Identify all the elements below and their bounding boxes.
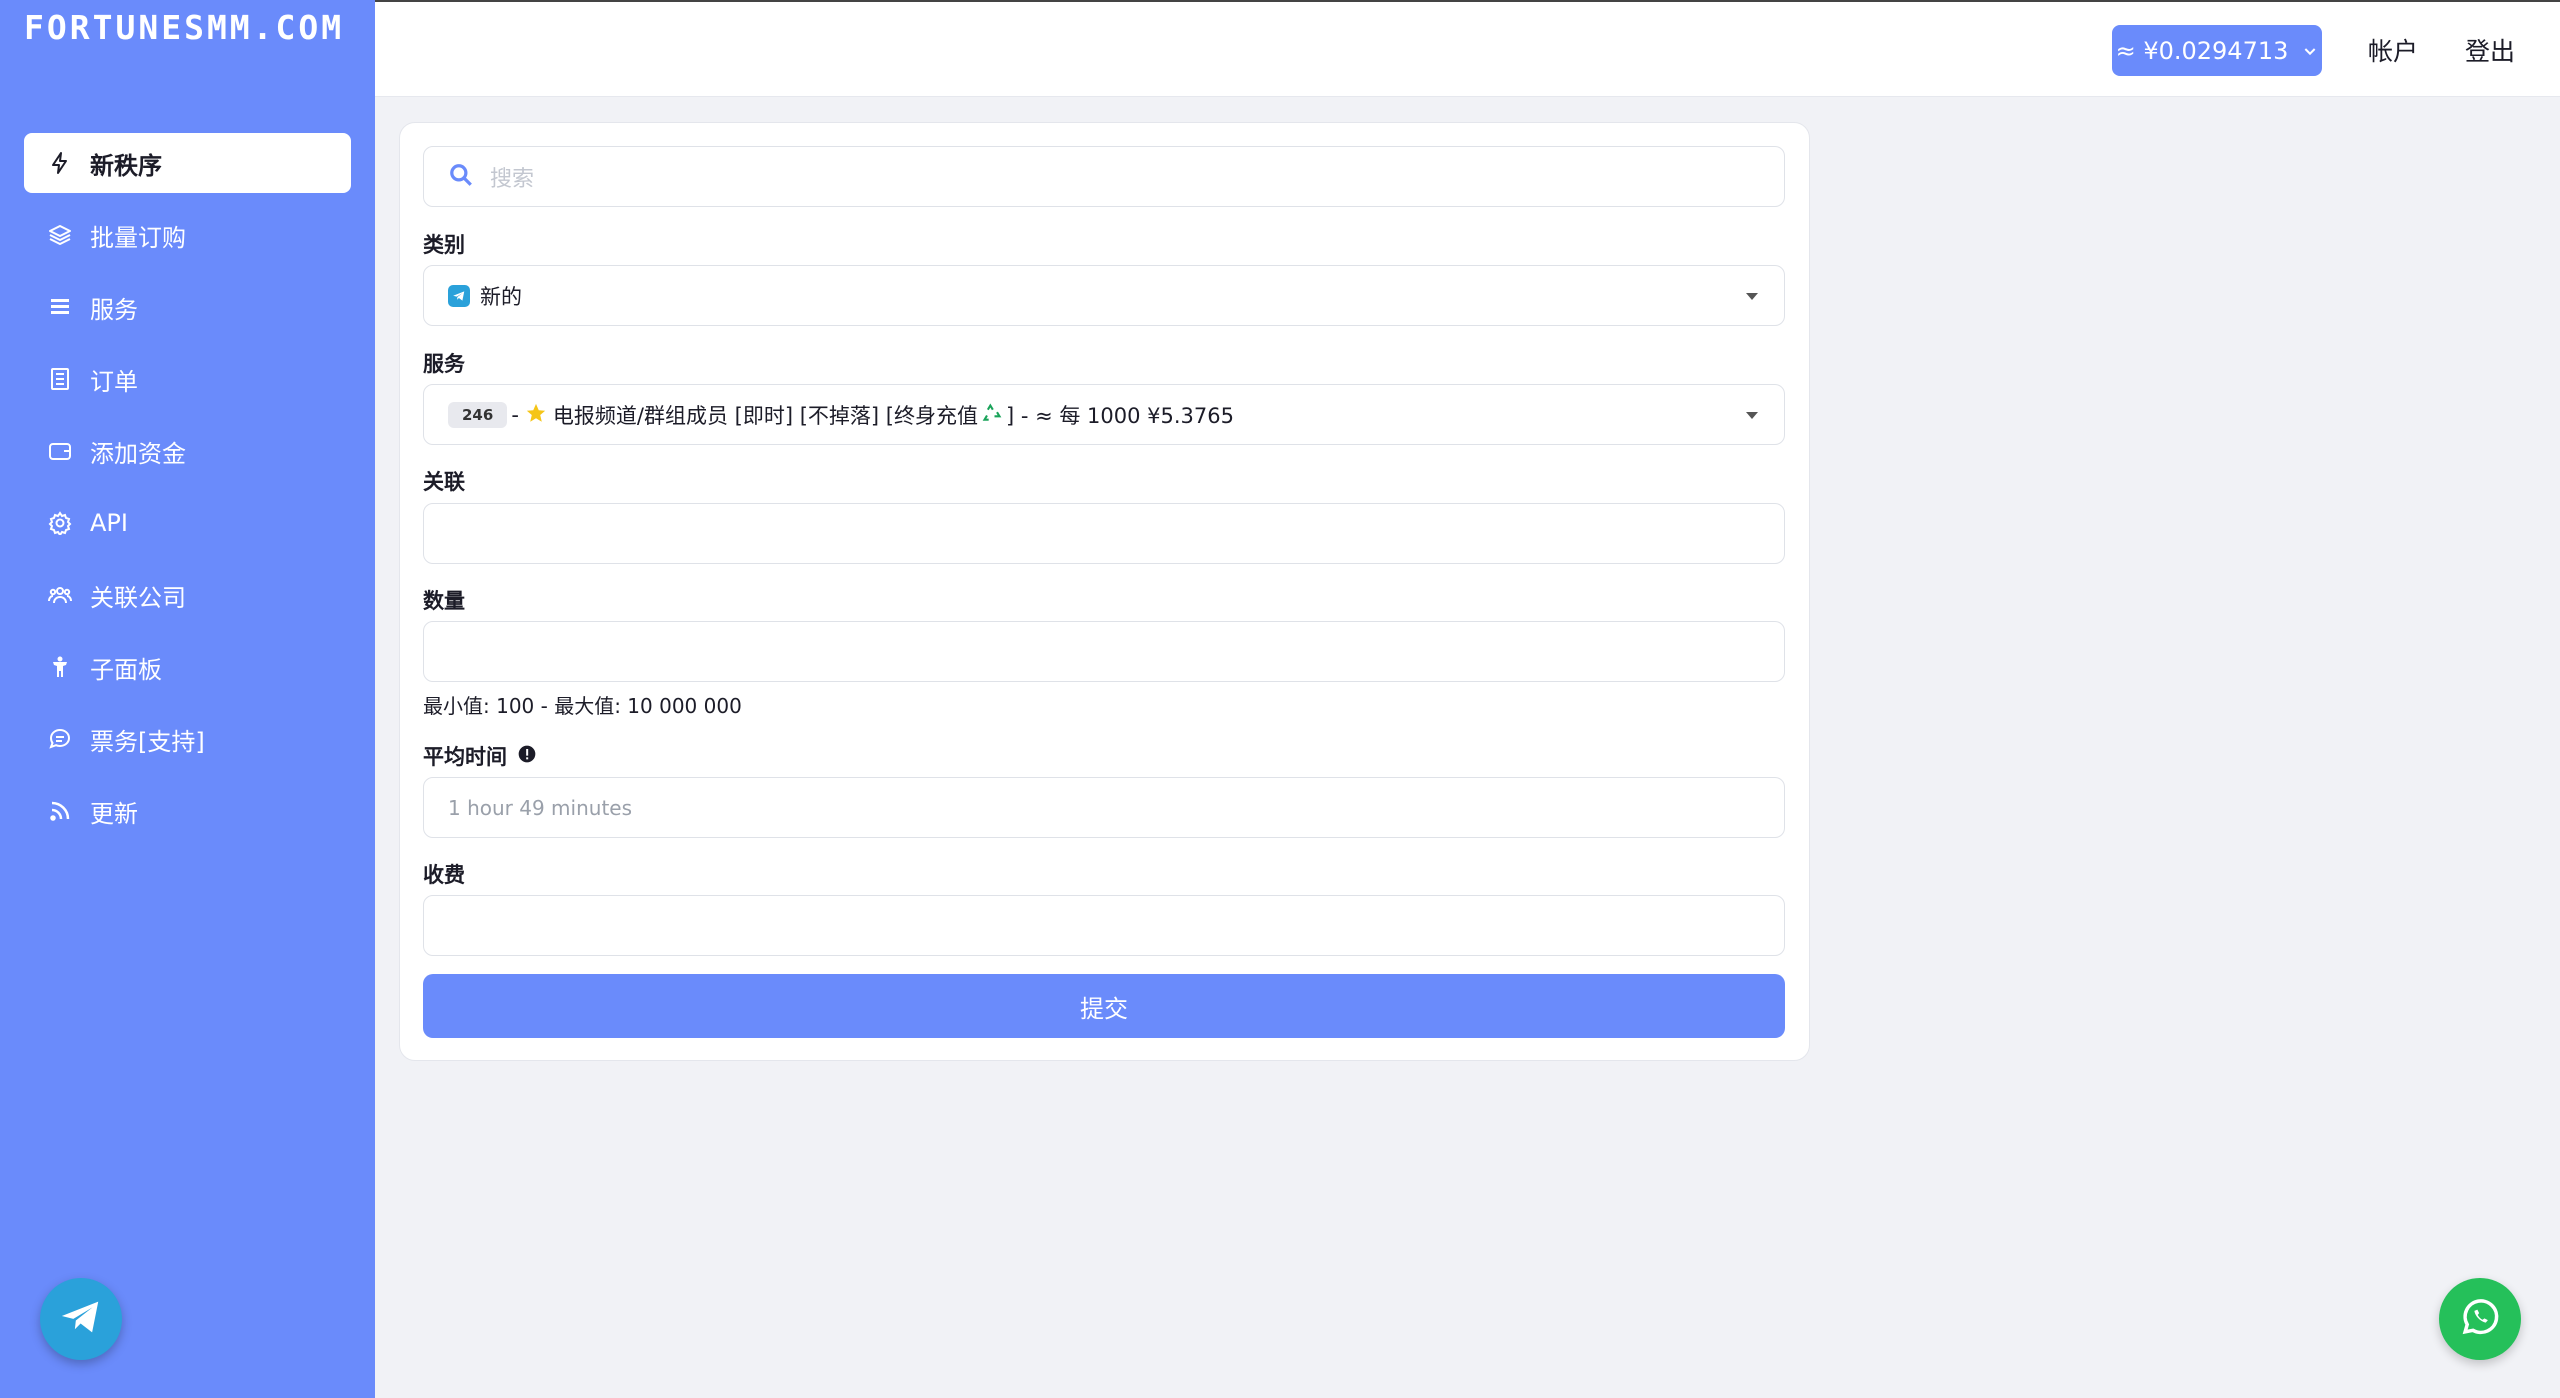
wallet-icon <box>46 437 74 465</box>
whatsapp-button[interactable] <box>2439 1278 2521 1360</box>
bolt-icon <box>46 149 74 177</box>
rss-icon <box>46 797 74 825</box>
list-icon <box>46 293 74 321</box>
link-label: 关联 <box>423 470 465 494</box>
service-id-badge: 246 <box>448 401 508 428</box>
sidebar-item-child-panel[interactable]: 子面板 <box>24 637 351 697</box>
quantity-label: 数量 <box>423 589 465 613</box>
sidebar-item-label: 服务 <box>90 295 138 324</box>
sidebar-item-tickets[interactable]: 票务[支持] <box>24 709 351 769</box>
service-select[interactable]: 246 - 电报频道/群组成员 [即时] [不掉落] [终身充值 ] - ≈ 每… <box>423 384 1785 445</box>
brand-logo[interactable]: FORTUNESMM.COM <box>24 2 354 54</box>
service-label: 服务 <box>423 352 465 376</box>
logout-link[interactable]: 登出 <box>2465 32 2515 68</box>
info-icon[interactable] <box>517 744 537 769</box>
search-input[interactable]: 搜索 <box>423 146 1785 207</box>
topbar: ≈ ¥0.0294713 帐户 登出 <box>375 0 2560 97</box>
new-order-form: 搜索 类别 新的 服务 246 - 电报频道/群组成员 [即时] [不掉落] [… <box>399 122 1810 1061</box>
average-time-label: 平均时间 <box>423 745 507 769</box>
link-input[interactable] <box>423 503 1785 564</box>
submit-button[interactable]: 提交 <box>423 974 1785 1038</box>
service-name: 电报频道/群组成员 [即时] [不掉落] [终身充值 <box>552 403 978 428</box>
balance-value: ≈ ¥0.0294713 <box>2115 36 2289 65</box>
average-time-value: 1 hour 49 minutes <box>448 795 633 820</box>
sidebar-item-api[interactable]: API <box>24 493 351 553</box>
recycle-icon <box>982 402 1002 427</box>
sidebar-item-label: 批量订购 <box>90 223 186 252</box>
average-time-field: 1 hour 49 minutes <box>423 777 1785 838</box>
receipt-icon <box>46 365 74 393</box>
sidebar-item-add-funds[interactable]: 添加资金 <box>24 421 351 481</box>
telegram-icon <box>448 284 470 307</box>
quantity-hint: 最小值: 100 - 最大值: 10 000 000 <box>423 694 742 718</box>
account-link[interactable]: 帐户 <box>2368 32 2418 68</box>
sidebar: FORTUNESMM.COM 新秩序 批量订购 服务 订单 添加资金 API 关… <box>0 0 375 1398</box>
chevron-down-icon <box>2302 37 2318 65</box>
sidebar-item-new-order[interactable]: 新秩序 <box>24 133 351 193</box>
balance-dropdown[interactable]: ≈ ¥0.0294713 <box>2112 25 2322 76</box>
sidebar-item-label: 新秩序 <box>90 151 162 180</box>
sidebar-item-affiliates[interactable]: 关联公司 <box>24 565 351 625</box>
chat-icon <box>46 725 74 753</box>
child-icon <box>46 653 74 681</box>
category-value: 新的 <box>480 284 522 309</box>
sidebar-item-label: 关联公司 <box>90 583 186 612</box>
sidebar-item-mass-order[interactable]: 批量订购 <box>24 205 351 265</box>
cog-icon <box>46 509 74 537</box>
users-icon <box>46 581 74 609</box>
sidebar-nav: 新秩序 批量订购 服务 订单 添加资金 API 关联公司 子面板 票务[支持] … <box>24 133 351 853</box>
telegram-button[interactable] <box>40 1278 122 1360</box>
sidebar-item-label: API <box>90 509 128 537</box>
service-price: ] - ≈ 每 1000 ¥5.3765 <box>1005 403 1234 428</box>
quantity-input[interactable] <box>423 621 1785 682</box>
sidebar-item-label: 更新 <box>90 799 138 828</box>
average-time-label-row: 平均时间 <box>423 741 537 771</box>
caret-down-icon <box>1746 293 1758 300</box>
charge-label: 收费 <box>423 863 465 887</box>
sidebar-item-label: 添加资金 <box>90 439 186 468</box>
sidebar-item-label: 订单 <box>90 367 138 396</box>
star-icon <box>525 402 547 428</box>
sidebar-item-orders[interactable]: 订单 <box>24 349 351 409</box>
sidebar-item-updates[interactable]: 更新 <box>24 781 351 841</box>
category-label: 类别 <box>423 233 465 257</box>
telegram-icon <box>58 1294 104 1344</box>
caret-down-icon <box>1746 412 1758 419</box>
layers-icon <box>46 221 74 249</box>
charge-field <box>423 895 1785 956</box>
category-select[interactable]: 新的 <box>423 265 1785 326</box>
search-placeholder: 搜索 <box>490 166 535 192</box>
sidebar-item-label: 票务[支持] <box>90 727 205 756</box>
sidebar-item-label: 子面板 <box>90 655 162 684</box>
whatsapp-icon <box>2459 1296 2501 1342</box>
search-icon <box>448 162 474 192</box>
sidebar-item-services[interactable]: 服务 <box>24 277 351 337</box>
